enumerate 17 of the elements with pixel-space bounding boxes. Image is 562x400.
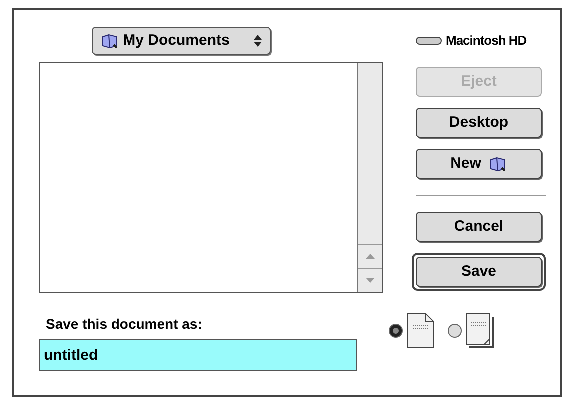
format-radio[interactable] — [448, 324, 462, 338]
stationery-icon — [466, 313, 494, 349]
save-as-label: Save this document as: — [46, 315, 204, 333]
dialog-button[interactable]: Desktop — [416, 108, 542, 138]
document-icon — [407, 313, 435, 349]
dialog-button[interactable]: Save — [416, 257, 542, 287]
updown-arrows-icon — [254, 35, 262, 47]
dialog-button[interactable]: Cancel — [416, 212, 542, 242]
folder-icon — [101, 33, 120, 49]
hard-drive-icon — [416, 37, 442, 45]
folder-icon — [489, 156, 508, 172]
scrollbar[interactable] — [357, 63, 382, 292]
file-name-field[interactable]: untitled — [39, 339, 357, 371]
format-radio[interactable] — [389, 324, 403, 338]
volume-name: Macintosh HD — [446, 32, 527, 50]
new-folder-button[interactable]: New — [416, 149, 542, 179]
folder-popup-menu[interactable]: My Documents — [92, 27, 271, 55]
